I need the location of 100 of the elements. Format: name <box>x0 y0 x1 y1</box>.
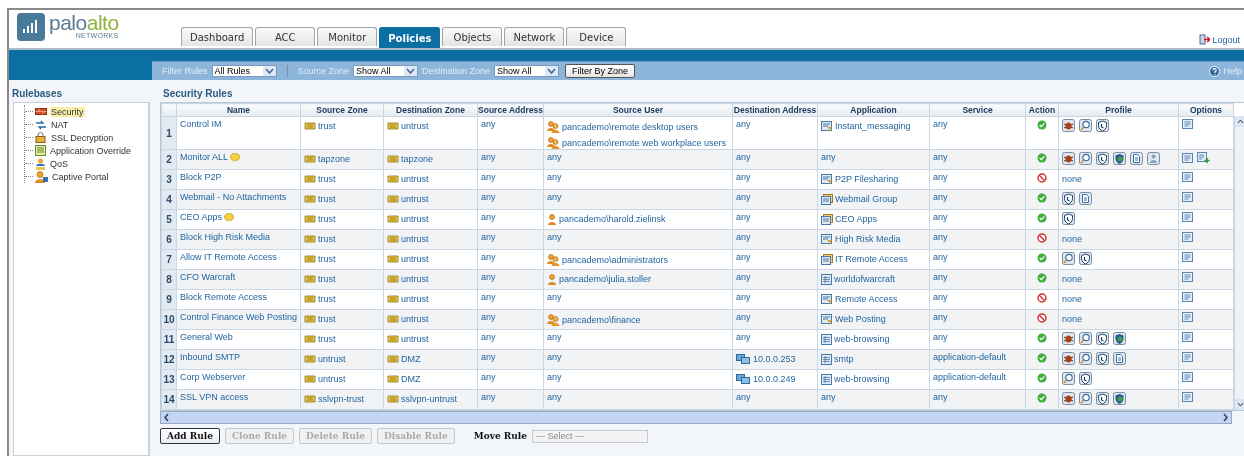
column-header[interactable]: Service <box>929 103 1026 117</box>
cell-text: any <box>481 392 496 402</box>
rule-button[interactable]: Add Rule <box>160 428 220 444</box>
cell-text: pancademo\finance <box>562 314 641 326</box>
cell-text: untrust <box>401 234 429 245</box>
rule-name[interactable]: Block P2P <box>180 172 222 183</box>
cell-text: 10.0.0.253 <box>753 354 796 365</box>
cell-text: any <box>547 172 562 183</box>
cell-text: pancademo\remote desktop users <box>562 121 699 133</box>
cell-text: IT Remote Access <box>835 254 908 265</box>
column-header[interactable]: Options <box>1178 103 1234 117</box>
cell-text: trust <box>318 234 336 245</box>
column-header[interactable]: Application <box>817 103 930 117</box>
cell-text: any <box>736 232 751 243</box>
zone-icon <box>304 375 316 384</box>
cell-text: any <box>821 152 836 163</box>
dropdown[interactable]: All Rules <box>211 65 277 77</box>
cell-text: none <box>1062 274 1083 284</box>
nav-tab[interactable]: Network <box>504 27 565 46</box>
cell-text: pancademo\harold.zielinsk <box>559 214 666 225</box>
zone-icon <box>387 295 399 304</box>
nav-tab[interactable]: Objects <box>442 27 503 46</box>
tree-item[interactable]: Captive Portal <box>51 171 110 182</box>
nav-tab[interactable]: Device <box>566 27 627 46</box>
cell-text: trust <box>318 274 336 285</box>
cell-text: any <box>736 392 751 403</box>
dropdown[interactable]: Show All <box>353 65 419 77</box>
column-header[interactable]: Name <box>176 103 301 117</box>
zone-icon <box>387 195 399 204</box>
zone-icon <box>304 315 316 324</box>
cell-text: sslvpn-untrust <box>401 394 458 405</box>
column-header[interactable]: Source User <box>543 103 733 117</box>
cell-text: any <box>933 332 948 342</box>
cell-text: none <box>1062 234 1083 244</box>
folder-icon <box>821 214 833 225</box>
rule-name[interactable]: CEO Apps <box>180 212 223 223</box>
cell-text: untrust <box>401 194 429 205</box>
zone-icon <box>387 335 399 344</box>
cell-text: web-browsing <box>834 334 890 345</box>
zone-icon <box>387 375 399 384</box>
cell-text: none <box>1062 294 1083 304</box>
logout-link[interactable]: Logout <box>1212 34 1240 45</box>
cell-text: any <box>547 152 562 163</box>
dropdown[interactable]: Show All <box>494 65 560 77</box>
zone-icon <box>387 395 399 404</box>
nav-tab[interactable]: Monitor <box>317 27 378 46</box>
zone-icon <box>387 315 399 324</box>
column-header[interactable]: Profile <box>1058 103 1179 117</box>
users-icon <box>547 314 560 326</box>
column-header[interactable]: Destination Address <box>732 103 818 117</box>
tree-item[interactable]: Application Override <box>49 145 133 156</box>
scroll-right-icon[interactable] <box>1220 412 1231 423</box>
nav-tab[interactable]: ACC <box>255 27 316 46</box>
folder-icon <box>821 254 833 265</box>
cell-text: untrust <box>401 294 429 305</box>
cell-text: any <box>547 372 562 383</box>
move-rule-dropdown[interactable]: --- Select --- <box>532 429 648 443</box>
cell-text: application-default <box>933 352 1007 362</box>
vertical-scrollbar[interactable] <box>1234 116 1244 410</box>
cell-text: any <box>481 372 496 382</box>
label: Move Rule <box>473 431 527 441</box>
user-icon <box>35 170 48 183</box>
rule-name[interactable]: Control IM <box>180 119 222 130</box>
cell-text: trust <box>318 314 336 325</box>
column-header[interactable]: Action <box>1025 103 1059 117</box>
zone-icon <box>304 275 316 284</box>
scroll-up-icon[interactable] <box>1235 116 1244 127</box>
caret-icon <box>406 67 416 75</box>
tree-item[interactable]: Security <box>50 106 85 117</box>
tree-item[interactable]: SSL Decryption <box>50 132 115 143</box>
zone-icon <box>304 335 316 344</box>
cell-text: any <box>933 172 948 182</box>
nav-tab[interactable]: Policies <box>379 27 441 48</box>
cell-text: any <box>481 252 496 262</box>
user-icon <box>547 274 557 285</box>
cell-text: untrust <box>401 334 429 345</box>
scroll-down-icon[interactable] <box>1235 399 1244 410</box>
horizontal-scrollbar[interactable] <box>160 411 1232 424</box>
cell-text: any <box>933 312 948 322</box>
cell-text: any <box>736 119 751 130</box>
cell-text: any <box>481 232 496 242</box>
cell-text: any <box>547 292 562 303</box>
filter-button[interactable]: Filter By Zone <box>565 64 636 78</box>
zone-icon <box>304 175 316 184</box>
users-icon <box>547 254 560 266</box>
filter-icon <box>821 294 833 305</box>
nav-tab[interactable]: Dashboard <box>181 27 254 46</box>
cell-text: 10.0.0.249 <box>753 374 796 385</box>
tree-item[interactable]: QoS <box>49 158 69 169</box>
column-header[interactable]: Source Zone <box>300 103 384 117</box>
tree-item[interactable]: NAT <box>50 119 70 130</box>
column-header[interactable]: Source Address <box>477 103 544 117</box>
cell-text: P2P Filesharing <box>835 174 899 185</box>
cell-text: any <box>481 312 496 322</box>
cell-text: trust <box>318 174 336 185</box>
cell-text: any <box>481 292 496 302</box>
zone-icon <box>387 155 399 164</box>
column-header[interactable]: Destination Zone <box>383 103 478 117</box>
cell-text: any <box>547 392 562 403</box>
cell-text: trust <box>318 121 336 132</box>
